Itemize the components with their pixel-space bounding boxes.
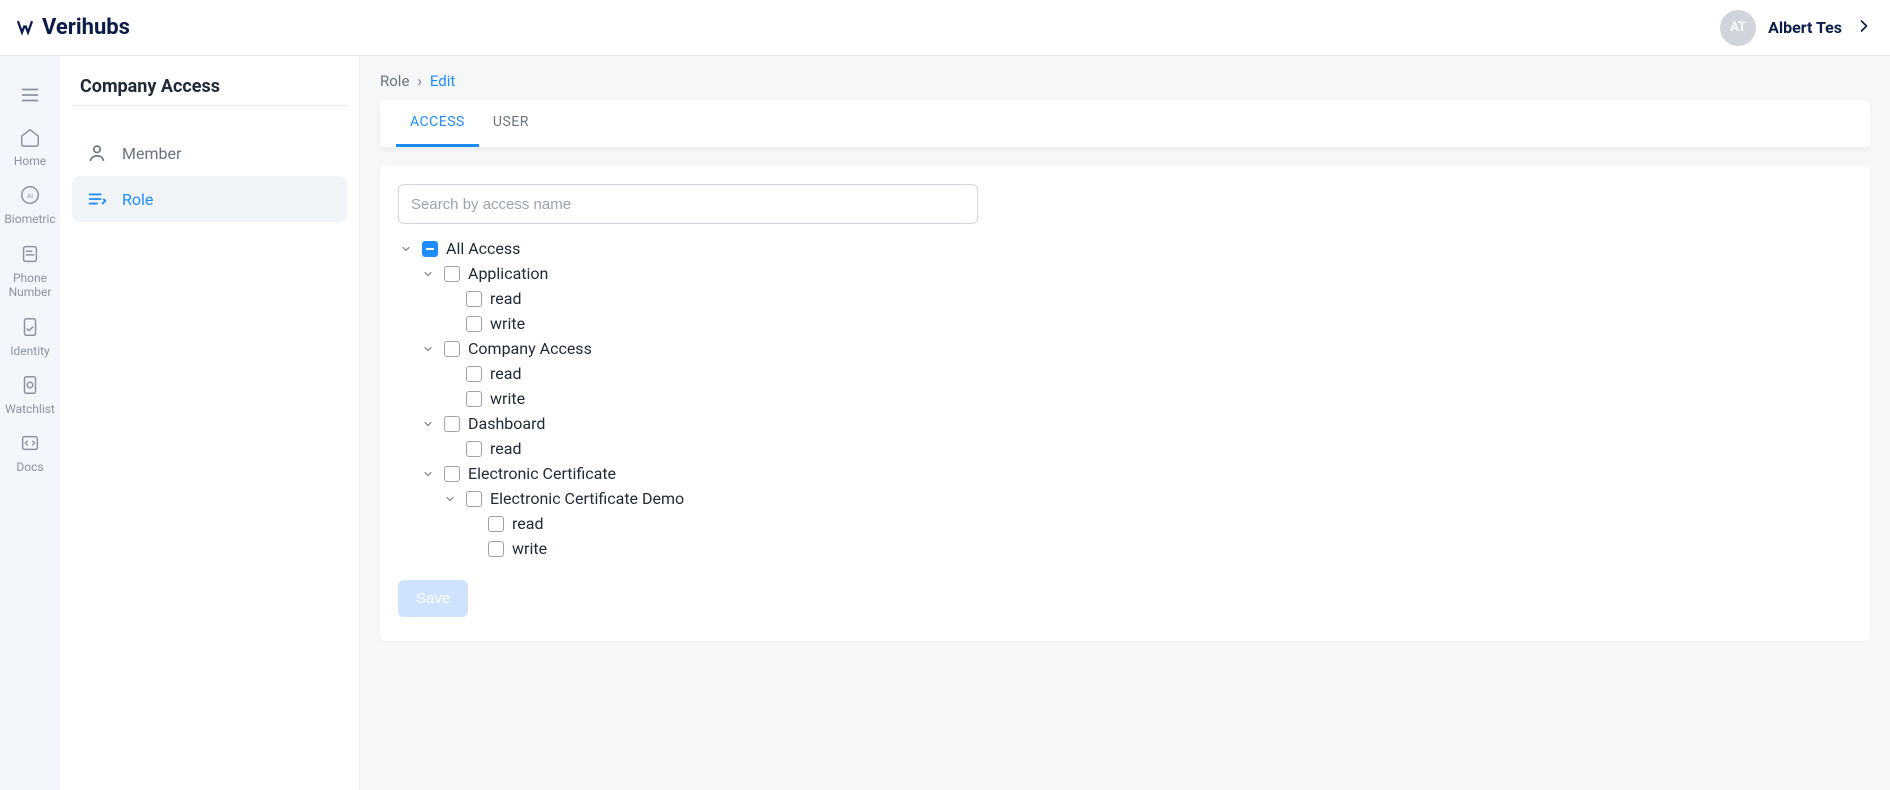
tree-node-root[interactable]: All Access [398,236,1846,261]
tree-node-label: read [490,289,521,308]
menu-toggle[interactable] [19,84,41,106]
checkbox[interactable] [466,566,482,567]
tree-node-label: Application [468,264,548,283]
tree-node[interactable]: Electronic Certificate [420,461,1846,486]
tree-leaf[interactable]: write [464,536,1846,561]
checkbox[interactable] [444,341,460,357]
rail-label: Biometric [4,212,55,226]
chevron-down-icon[interactable] [420,266,436,282]
tree-leaf[interactable]: read [464,511,1846,536]
rail-item-docs[interactable]: Docs [16,432,43,474]
user-menu[interactable]: AT Albert Tes [1720,10,1874,46]
tree-node-label: read [490,364,521,383]
rail-item-watchlist[interactable]: Watchlist [5,374,55,416]
checkbox[interactable] [444,466,460,482]
checkbox-indeterminate[interactable] [422,241,438,257]
tree-node-label: read [490,439,521,458]
chevron-down-icon[interactable] [442,491,458,507]
tab-bar: ACCESS USER [380,100,1870,148]
checkbox[interactable] [466,291,482,307]
tree-node-label: Electronic Certificate [468,464,616,483]
sidebar-item-label: Role [122,190,153,209]
tree-node[interactable]: Application [420,261,1846,286]
tree-leaf[interactable]: read [442,361,1846,386]
svg-text:AI: AI [27,192,33,200]
checkbox[interactable] [466,391,482,407]
rail-label: Docs [16,460,43,474]
nav-rail: Home AI Biometric Phone Number Identity … [0,56,60,790]
rail-label: Phone Number [0,271,60,300]
rail-item-biometric[interactable]: AI Biometric [4,184,55,226]
search-input[interactable] [398,184,978,224]
breadcrumb-root[interactable]: Role [380,72,409,90]
brand-logo-icon [16,19,34,37]
avatar: AT [1720,10,1756,46]
rail-item-phone[interactable]: Phone Number [0,243,60,300]
tab-user[interactable]: USER [479,100,543,147]
sidebar-item-member[interactable]: Member [72,130,347,176]
username: Albert Tes [1768,18,1842,37]
tree-node-label: Electronic Certificate Summary [490,564,710,566]
tree-node-label: Company Access [468,339,592,358]
chevron-right-icon: › [417,72,422,90]
chevron-down-icon[interactable] [398,241,414,257]
access-tree[interactable]: All Access Application [398,236,1852,566]
main-content: Role › Edit ACCESS USER All Access [360,56,1890,790]
access-panel: All Access Application [380,166,1870,641]
tree-node[interactable]: Electronic Certificate Demo [442,486,1846,511]
checkbox[interactable] [488,541,504,557]
tree-leaf[interactable]: read [442,436,1846,461]
tree-node-label: write [490,314,525,333]
sidebar-item-label: Member [122,144,181,163]
checkbox[interactable] [466,366,482,382]
rail-label: Identity [10,344,49,358]
save-button[interactable]: Save [398,580,468,617]
rail-item-identity[interactable]: Identity [10,316,49,358]
topbar: Verihubs AT Albert Tes [0,0,1890,56]
checkbox[interactable] [466,491,482,507]
brand[interactable]: Verihubs [16,15,130,40]
chevron-down-icon[interactable] [420,341,436,357]
rail-label: Home [14,154,46,168]
tree-node-label: read [512,514,543,533]
checkbox[interactable] [488,516,504,532]
tree-node-label: Dashboard [468,414,545,433]
chevron-down-icon[interactable] [420,466,436,482]
checkbox[interactable] [444,266,460,282]
rail-item-home[interactable]: Home [14,126,46,168]
sidebar-item-role[interactable]: Role [72,176,347,222]
chevron-right-icon [1854,16,1874,40]
tree-leaf[interactable]: write [442,386,1846,411]
chevron-down-icon[interactable] [442,566,458,567]
tree-node-label: Electronic Certificate Demo [490,489,684,508]
tree-node-label: All Access [446,239,520,258]
checkbox[interactable] [466,316,482,332]
breadcrumb-current: Edit [430,72,455,90]
brand-name: Verihubs [42,15,130,40]
checkbox[interactable] [444,416,460,432]
breadcrumb: Role › Edit [380,72,1870,90]
tree-node-label: write [512,539,547,558]
chevron-down-icon[interactable] [420,416,436,432]
sidebar-title: Company Access [72,76,347,106]
tree-node-label: write [490,389,525,408]
tree-node[interactable]: Dashboard [420,411,1846,436]
tab-access[interactable]: ACCESS [396,100,479,147]
tree-node[interactable]: Electronic Certificate Summary [442,561,1846,566]
rail-label: Watchlist [5,402,55,416]
checkbox[interactable] [466,441,482,457]
tree-leaf[interactable]: read [442,286,1846,311]
tree-leaf[interactable]: write [442,311,1846,336]
sidebar: Company Access Member Role [60,56,360,790]
tree-node[interactable]: Company Access [420,336,1846,361]
